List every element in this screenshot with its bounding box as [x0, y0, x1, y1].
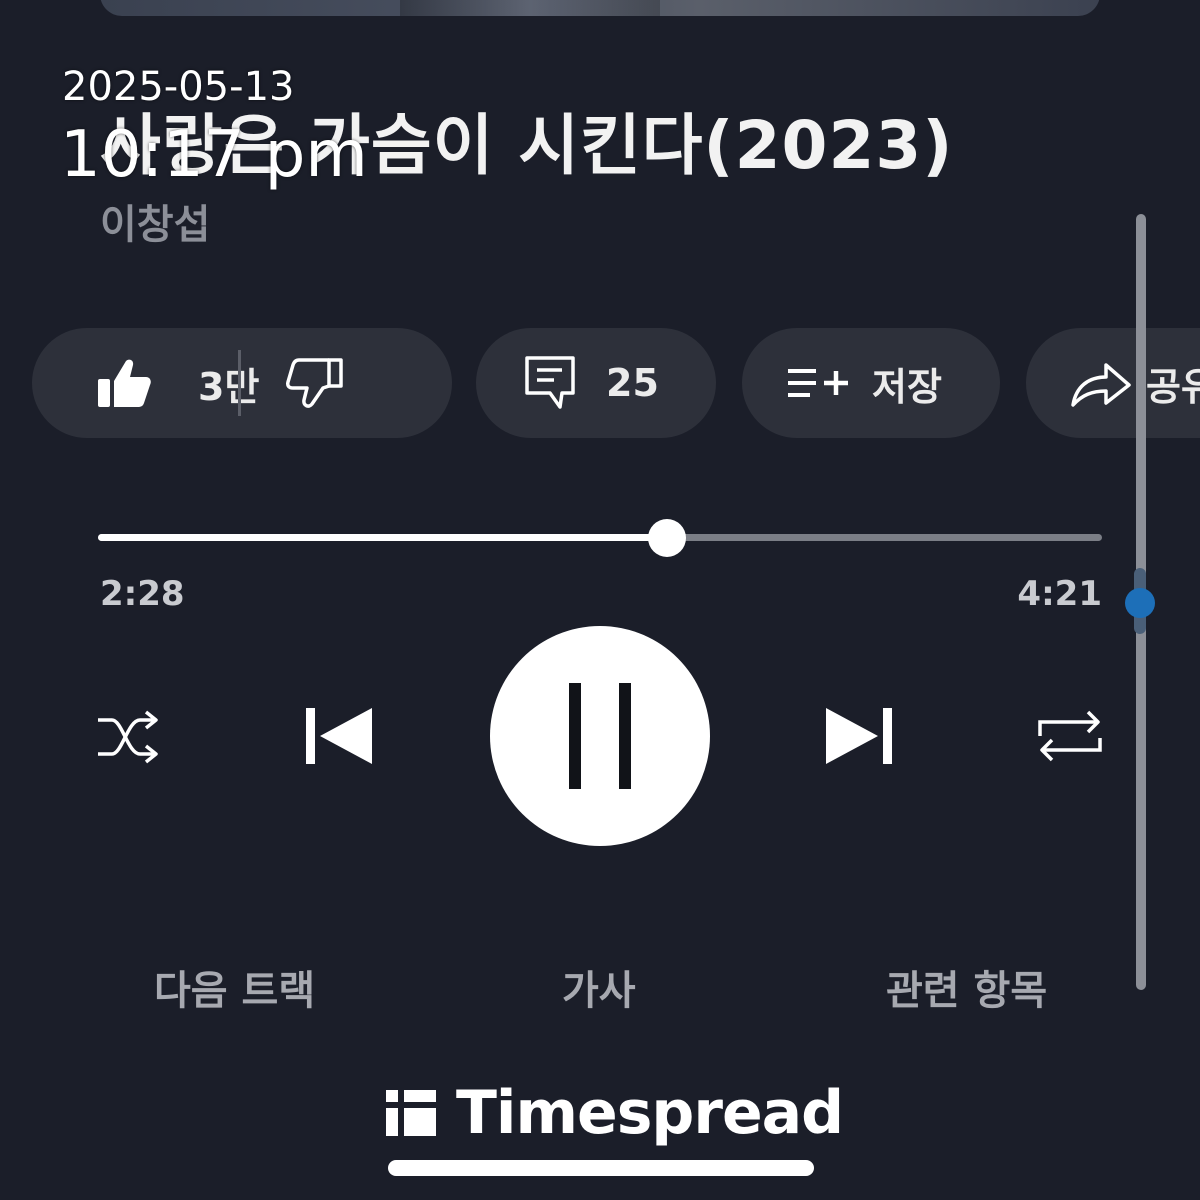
- like-button[interactable]: 3만: [32, 328, 259, 438]
- save-button[interactable]: 저장: [742, 328, 1000, 438]
- share-label: 공유: [1146, 364, 1200, 409]
- brand-logo: Timespread: [386, 1078, 844, 1148]
- thumbs-down-icon: [285, 356, 343, 410]
- tab-related[interactable]: 관련 항목: [886, 958, 1047, 1016]
- music-player-screen: 사랑은 가슴이 시킨다(2023) 이창섭 2025-05-13 10:17 p…: [0, 0, 1200, 1200]
- skip-previous-icon: [304, 706, 374, 766]
- scroll-position-dot[interactable]: [1125, 588, 1155, 618]
- album-art-detail: [400, 0, 660, 16]
- home-indicator[interactable]: [388, 1160, 814, 1176]
- thumbs-up-icon: [96, 357, 152, 409]
- timestamp-date: 2025-05-13: [62, 64, 295, 110]
- dislike-button[interactable]: [241, 328, 343, 438]
- save-label: 저장: [872, 364, 942, 409]
- timestamp-time: 10:17 pm: [60, 118, 368, 192]
- previous-button[interactable]: [304, 706, 374, 766]
- total-duration: 4:21: [1017, 574, 1102, 614]
- shuffle-icon: [96, 706, 162, 768]
- album-art: [100, 0, 1100, 16]
- progress-bar[interactable]: [98, 519, 1102, 557]
- pause-button[interactable]: [490, 626, 710, 846]
- skip-next-icon: [824, 706, 894, 766]
- repeat-icon: [1036, 706, 1104, 766]
- brand-name: Timespread: [456, 1078, 844, 1148]
- timespread-logo-icon: [386, 1090, 436, 1136]
- share-icon: [1070, 357, 1132, 409]
- elapsed-time: 2:28: [100, 574, 185, 614]
- progress-thumb[interactable]: [648, 519, 687, 557]
- playlist-add-icon: [786, 363, 850, 403]
- comment-count: 25: [606, 361, 659, 405]
- comment-icon: [524, 355, 576, 411]
- comments-button[interactable]: 25: [476, 328, 716, 438]
- like-dislike-chip: 3만: [32, 328, 452, 438]
- artist-name[interactable]: 이창섭: [100, 192, 210, 250]
- tab-lyrics[interactable]: 가사: [562, 958, 636, 1016]
- progress-fill: [98, 534, 668, 541]
- repeat-button[interactable]: [1036, 706, 1104, 766]
- next-button[interactable]: [824, 706, 894, 766]
- shuffle-button[interactable]: [96, 706, 162, 768]
- pause-icon: [567, 681, 633, 791]
- share-button[interactable]: 공유: [1026, 328, 1200, 438]
- tab-up-next[interactable]: 다음 트랙: [154, 958, 315, 1016]
